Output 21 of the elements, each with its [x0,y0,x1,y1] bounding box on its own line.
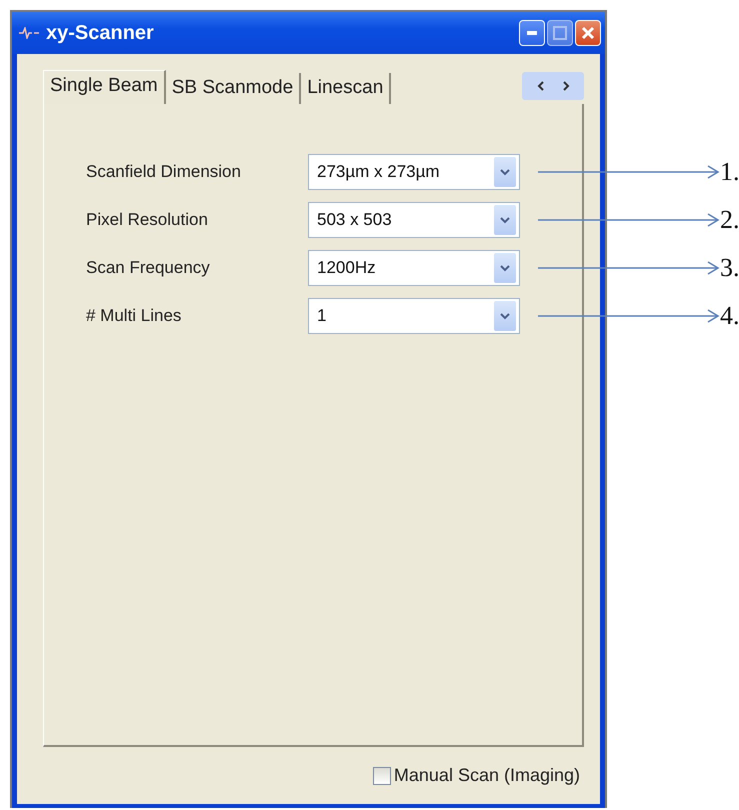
tab[interactable]: Single Beam [43,70,166,104]
checkbox[interactable] [372,766,391,784]
app-icon [18,27,40,39]
close-button[interactable] [575,20,601,46]
dropdown[interactable]: 503 x 503 [308,202,520,238]
field-label: # Multi Lines [86,305,182,328]
field-label: Pixel Resolution [86,209,209,232]
field-label: Scanfield Dimension [86,161,242,184]
annotation-number: 4. [720,303,739,329]
dropdown[interactable]: 1200Hz [308,250,520,286]
dropdown[interactable]: 1 [308,298,520,334]
minimize-button[interactable] [519,20,545,46]
field-label: Scan Frequency [86,257,211,280]
annotation-number: 3. [720,255,739,281]
annotation-number: 1. [720,159,739,185]
checkbox-label: Manual Scan (Imaging) [394,764,580,787]
annotation-number: 2. [720,207,739,233]
dropdown[interactable]: 273µm x 273µm [308,154,520,190]
tab-scroll-control[interactable] [522,72,584,100]
close-icon[interactable] [581,26,595,40]
window-title: xy-Scanner [46,21,155,46]
